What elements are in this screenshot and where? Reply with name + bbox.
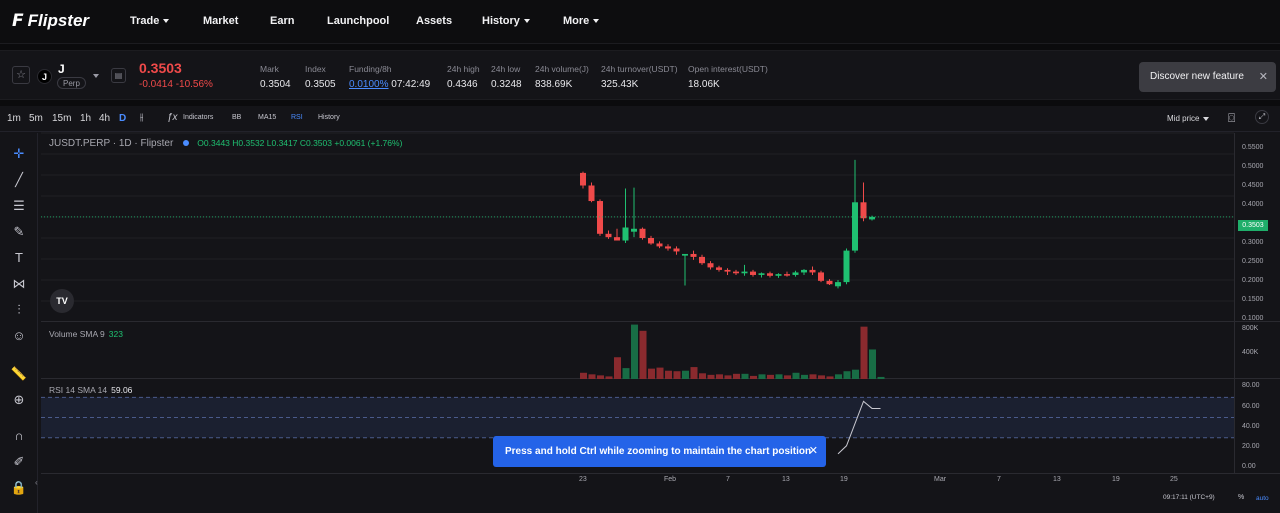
x-tick: 7 — [726, 476, 730, 483]
candle-body — [826, 280, 833, 285]
volume-bar — [801, 374, 808, 379]
x-tick: 7 — [997, 476, 1001, 483]
x-tick: Mar — [934, 476, 947, 483]
ohlc-values: O0.3443 H0.3532 L0.3417 C0.3503 +0.0061 … — [197, 138, 403, 148]
tradingview-logo-icon[interactable]: TV — [50, 289, 74, 313]
x-tick: Feb — [664, 476, 677, 483]
candle-body — [639, 228, 646, 238]
candle-body — [648, 238, 654, 244]
volume-bar — [682, 370, 689, 379]
auto-scale-toggle[interactable]: auto — [1256, 495, 1269, 502]
candle-body — [750, 271, 756, 275]
volume-bar — [622, 368, 630, 379]
candle-body — [690, 253, 697, 257]
candle-body — [656, 243, 663, 247]
volume-bar — [852, 369, 859, 379]
volume-bar — [767, 374, 774, 379]
volume-bar — [818, 375, 825, 379]
candle-body — [605, 233, 612, 238]
volume-bar — [707, 374, 715, 379]
rsi-legend: RSI 14 SMA 14 59.06 — [49, 385, 133, 395]
candle-body — [860, 202, 867, 219]
toast-message: Press and hold Ctrl while zooming to mai… — [505, 446, 812, 457]
candle-body — [843, 250, 850, 283]
candle-body — [818, 272, 824, 281]
candle-body — [775, 274, 782, 276]
candle-body — [631, 228, 637, 232]
candle-body — [852, 202, 858, 251]
status-dot-icon — [183, 140, 190, 147]
volume-bar — [758, 374, 766, 379]
x-tick: 13 — [782, 476, 790, 483]
volume-bar — [877, 376, 885, 379]
volume-legend: Volume SMA 9 323 — [49, 329, 123, 339]
volume-bar — [809, 374, 817, 379]
candle-body — [784, 274, 790, 276]
volume-bar — [648, 368, 655, 379]
candle-body — [801, 269, 807, 273]
x-tick: 19 — [840, 476, 848, 483]
volume-bar — [843, 371, 851, 379]
candle-body — [767, 273, 773, 276]
candle-body — [707, 263, 714, 268]
volume-bar — [775, 374, 783, 379]
candle-body — [673, 248, 680, 252]
candle-body — [716, 267, 722, 270]
candle-body — [809, 269, 816, 273]
volume-bar — [614, 357, 621, 379]
x-tick: 25 — [1170, 476, 1178, 483]
candle-body — [758, 273, 765, 275]
volume-bar — [631, 324, 638, 379]
chart-clock: 09:17:11 (UTC+9) — [1163, 494, 1215, 501]
candle-body — [614, 237, 620, 241]
chart-legend: JUSDT.PERP · 1D · Flipster O0.3443 H0.353… — [49, 138, 402, 149]
volume-bar — [784, 375, 791, 379]
volume-bar — [733, 373, 740, 379]
volume-bar — [826, 376, 834, 379]
volume-bar — [665, 370, 672, 379]
candle-body — [741, 271, 748, 274]
volume-bar — [597, 375, 604, 379]
candle-body — [622, 227, 629, 241]
candle-body — [733, 271, 739, 274]
x-tick: 13 — [1053, 476, 1061, 483]
time-axis[interactable]: 23 Feb 7 13 19 Mar 7 13 19 25 — [41, 474, 1234, 488]
volume-bar — [580, 372, 587, 379]
volume-bar — [860, 326, 868, 379]
volume-bar — [716, 374, 723, 379]
x-tick: 23 — [579, 476, 587, 483]
volume-bar — [588, 374, 596, 379]
volume-bar — [869, 349, 876, 379]
volume-bar — [750, 375, 757, 379]
candle-body — [792, 272, 799, 275]
chart-symbol-title: JUSDT.PERP · 1D · Flipster — [49, 138, 174, 149]
volume-bar — [605, 376, 613, 379]
volume-bar — [741, 373, 749, 379]
volume-bar — [835, 374, 842, 379]
candle-body — [665, 246, 671, 249]
volume-bar — [699, 373, 706, 379]
x-tick: 19 — [1112, 476, 1120, 483]
candle-body — [580, 172, 586, 186]
percent-scale-toggle[interactable]: % — [1238, 494, 1244, 501]
volume-bar — [792, 372, 800, 379]
candle-body — [682, 253, 688, 256]
zoom-hint-toast: Press and hold Ctrl while zooming to mai… — [493, 436, 826, 467]
volume-bar — [724, 375, 732, 379]
volume-bar — [639, 330, 647, 379]
candle-body — [724, 269, 731, 272]
candle-body — [588, 185, 595, 202]
candle-body — [597, 201, 603, 234]
candle-body — [699, 256, 705, 264]
volume-bar — [673, 371, 681, 379]
close-icon[interactable]: ✕ — [809, 436, 818, 467]
volume-bar — [656, 367, 664, 379]
volume-bar — [690, 367, 698, 379]
candle-body — [835, 282, 841, 287]
